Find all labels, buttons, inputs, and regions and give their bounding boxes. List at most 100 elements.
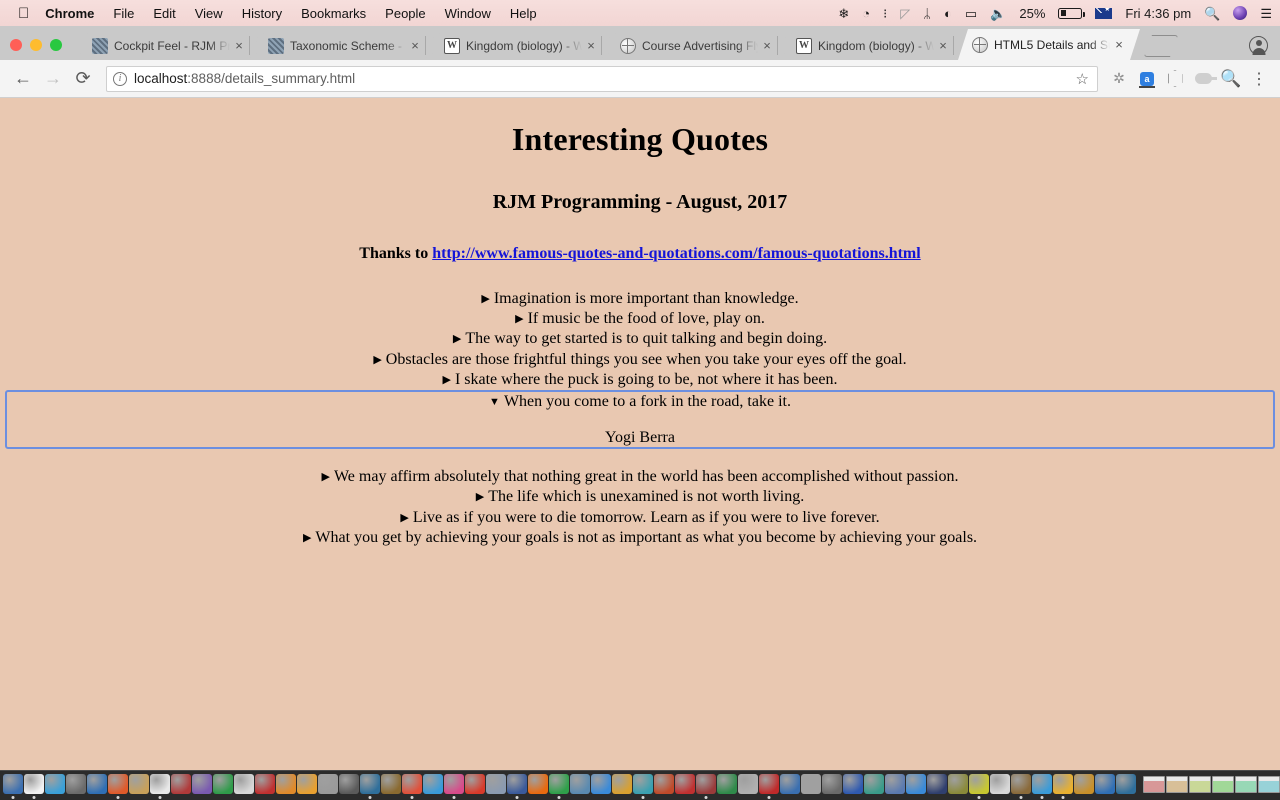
quote-summary-5[interactable]: ▶ I skate where the puck is going to be, …: [1, 371, 1279, 389]
back-button[interactable]: ←: [8, 64, 38, 94]
apple-menu-icon[interactable]: : [18, 6, 29, 21]
dock-app-icon-28[interactable]: [569, 774, 590, 794]
dock-app-icon-39[interactable]: [800, 774, 821, 794]
browser-tab-2[interactable]: Taxonomic Scheme - R. ×: [254, 31, 436, 60]
dock-app-icon-37[interactable]: [758, 774, 779, 794]
dock-app-icon-25[interactable]: [506, 774, 527, 794]
dock-app-icon-18[interactable]: [359, 774, 380, 794]
menu-item-file[interactable]: File: [113, 6, 134, 21]
dock-app-icon-3[interactable]: [44, 774, 65, 794]
dots-grid-icon[interactable]: ⁝: [883, 7, 887, 20]
dock-app-icon-17[interactable]: [338, 774, 359, 794]
dock-window-thumbnail-3[interactable]: [1188, 776, 1211, 793]
reload-button[interactable]: ⟳: [68, 64, 98, 94]
chrome-menu-icon[interactable]: ⋮: [1246, 66, 1272, 92]
dock-app-icon-12[interactable]: [233, 774, 254, 794]
minimize-window-button[interactable]: [30, 39, 42, 51]
quote-details-2[interactable]: ▶ If music be the food of love, play on.: [0, 309, 1280, 329]
tab-close-icon[interactable]: ×: [230, 38, 248, 53]
credits-link[interactable]: http://www.famous-quotes-and-quotations.…: [432, 245, 921, 262]
maximize-window-button[interactable]: [50, 39, 62, 51]
dock-app-icon-10[interactable]: [191, 774, 212, 794]
menu-item-help[interactable]: Help: [510, 6, 537, 21]
siri-icon[interactable]: [1233, 6, 1248, 20]
dock-app-icon-34[interactable]: [695, 774, 716, 794]
extension-badge-icon[interactable]: a: [1134, 66, 1160, 92]
bookmark-star-icon[interactable]: ☆: [1076, 70, 1091, 88]
menu-bar-clock[interactable]: Fri 4:36 pm: [1125, 7, 1191, 20]
close-window-button[interactable]: [10, 39, 22, 51]
browser-tab-3[interactable]: W Kingdom (biology) - Wik ×: [430, 31, 612, 60]
quote-summary-1[interactable]: ▶ Imagination is more important than know…: [1, 290, 1279, 308]
dock-app-icon-45[interactable]: [926, 774, 947, 794]
tab-close-icon[interactable]: ×: [406, 38, 424, 53]
quote-summary-9[interactable]: ▶ Live as if you were to die tomorrow. Le…: [1, 509, 1279, 527]
dock-app-icon-30[interactable]: [611, 774, 632, 794]
dock-app-icon-51[interactable]: [1052, 774, 1073, 794]
dock-app-icon-35[interactable]: [716, 774, 737, 794]
tab-close-icon[interactable]: ×: [934, 38, 952, 53]
dock-app-icon-46[interactable]: [947, 774, 968, 794]
browser-tab-4[interactable]: Course Advertising Flye ×: [606, 31, 788, 60]
quote-summary-8[interactable]: ▶ The life which is unexamined is not wor…: [1, 488, 1279, 506]
dropbox-icon[interactable]: ❄: [838, 7, 849, 20]
dock-app-icon-22[interactable]: [443, 774, 464, 794]
dock-app-icon-15[interactable]: [296, 774, 317, 794]
quote-summary-3[interactable]: ▶ The way to get started is to quit talki…: [1, 330, 1279, 348]
wifi-icon[interactable]: ◐: [944, 7, 952, 20]
dock-app-icon-16[interactable]: [317, 774, 338, 794]
address-bar[interactable]: i localhost:8888/details_summary.html ☆: [106, 65, 1098, 92]
menu-item-chrome[interactable]: Chrome: [45, 6, 94, 21]
dock-app-icon-52[interactable]: [1073, 774, 1094, 794]
quote-details-4[interactable]: ▶ Obstacles are those frightful things yo…: [0, 350, 1280, 370]
menu-item-people[interactable]: People: [385, 6, 425, 21]
quote-details-9[interactable]: ▶ Live as if you were to die tomorrow. Le…: [0, 508, 1280, 528]
airdrop-icon[interactable]: ◔: [862, 7, 870, 20]
dock-app-icon-53[interactable]: [1094, 774, 1115, 794]
dock-app-icon-33[interactable]: [674, 774, 695, 794]
menu-item-history[interactable]: History: [242, 6, 282, 21]
tab-close-icon[interactable]: ×: [1110, 37, 1128, 52]
dock-window-thumbnail-1[interactable]: [1142, 776, 1165, 793]
dock-app-icon-19[interactable]: [380, 774, 401, 794]
dock-app-icon-49[interactable]: [1010, 774, 1031, 794]
notification-center-icon[interactable]: ☰: [1260, 7, 1272, 20]
dock-app-icon-7[interactable]: [128, 774, 149, 794]
dock-app-icon-50[interactable]: [1031, 774, 1052, 794]
page-info-icon[interactable]: i: [113, 71, 127, 86]
dock-app-icon-36[interactable]: [737, 774, 758, 794]
dock-app-icon-5[interactable]: [86, 774, 107, 794]
airplay-icon[interactable]: ▭: [965, 7, 977, 20]
toolbar-search-icon[interactable]: 🔍: [1218, 66, 1244, 92]
profile-avatar-icon[interactable]: [1249, 36, 1268, 55]
forward-button[interactable]: →: [38, 64, 68, 94]
extension-ghost-icon[interactable]: ✲: [1106, 66, 1132, 92]
quote-details-7[interactable]: ▶ We may affirm absolutely that nothing g…: [0, 467, 1280, 487]
dock-app-icon-2[interactable]: [23, 774, 44, 794]
dock-app-icon-9[interactable]: [170, 774, 191, 794]
browser-tab-1[interactable]: Cockpit Feel - RJM Pro ×: [78, 31, 260, 60]
dock-app-icon-42[interactable]: [863, 774, 884, 794]
dock-window-thumbnail-5[interactable]: [1234, 776, 1257, 793]
bluetooth-icon[interactable]: ᛦ: [923, 7, 931, 20]
dock-app-icon-14[interactable]: [275, 774, 296, 794]
dock-app-icon-11[interactable]: [212, 774, 233, 794]
extension-key-icon[interactable]: [1190, 66, 1217, 92]
dock-app-icon-31[interactable]: [632, 774, 653, 794]
dock-app-icon-8[interactable]: [149, 774, 170, 794]
menu-item-edit[interactable]: Edit: [153, 6, 175, 21]
tab-close-icon[interactable]: ×: [758, 38, 776, 53]
volume-icon[interactable]: 🔈: [990, 7, 1006, 20]
dock-app-icon-21[interactable]: [422, 774, 443, 794]
dock-app-icon-44[interactable]: [905, 774, 926, 794]
dock-app-icon-47[interactable]: [968, 774, 989, 794]
input-source-flag-icon[interactable]: [1095, 7, 1113, 19]
dock-app-icon-38[interactable]: [779, 774, 800, 794]
dock-app-icon-41[interactable]: [842, 774, 863, 794]
quote-summary-10[interactable]: ▶ What you get by achieving your goals is…: [1, 529, 1279, 547]
quote-details-10[interactable]: ▶ What you get by achieving your goals is…: [0, 528, 1280, 548]
quote-details-1[interactable]: ▶ Imagination is more important than know…: [0, 289, 1280, 309]
quote-details-6-open-focused[interactable]: ▼ When you come to a fork in the road, ta…: [5, 390, 1275, 450]
tab-close-icon[interactable]: ×: [582, 38, 600, 53]
quote-summary-2[interactable]: ▶ If music be the food of love, play on.: [1, 310, 1279, 328]
